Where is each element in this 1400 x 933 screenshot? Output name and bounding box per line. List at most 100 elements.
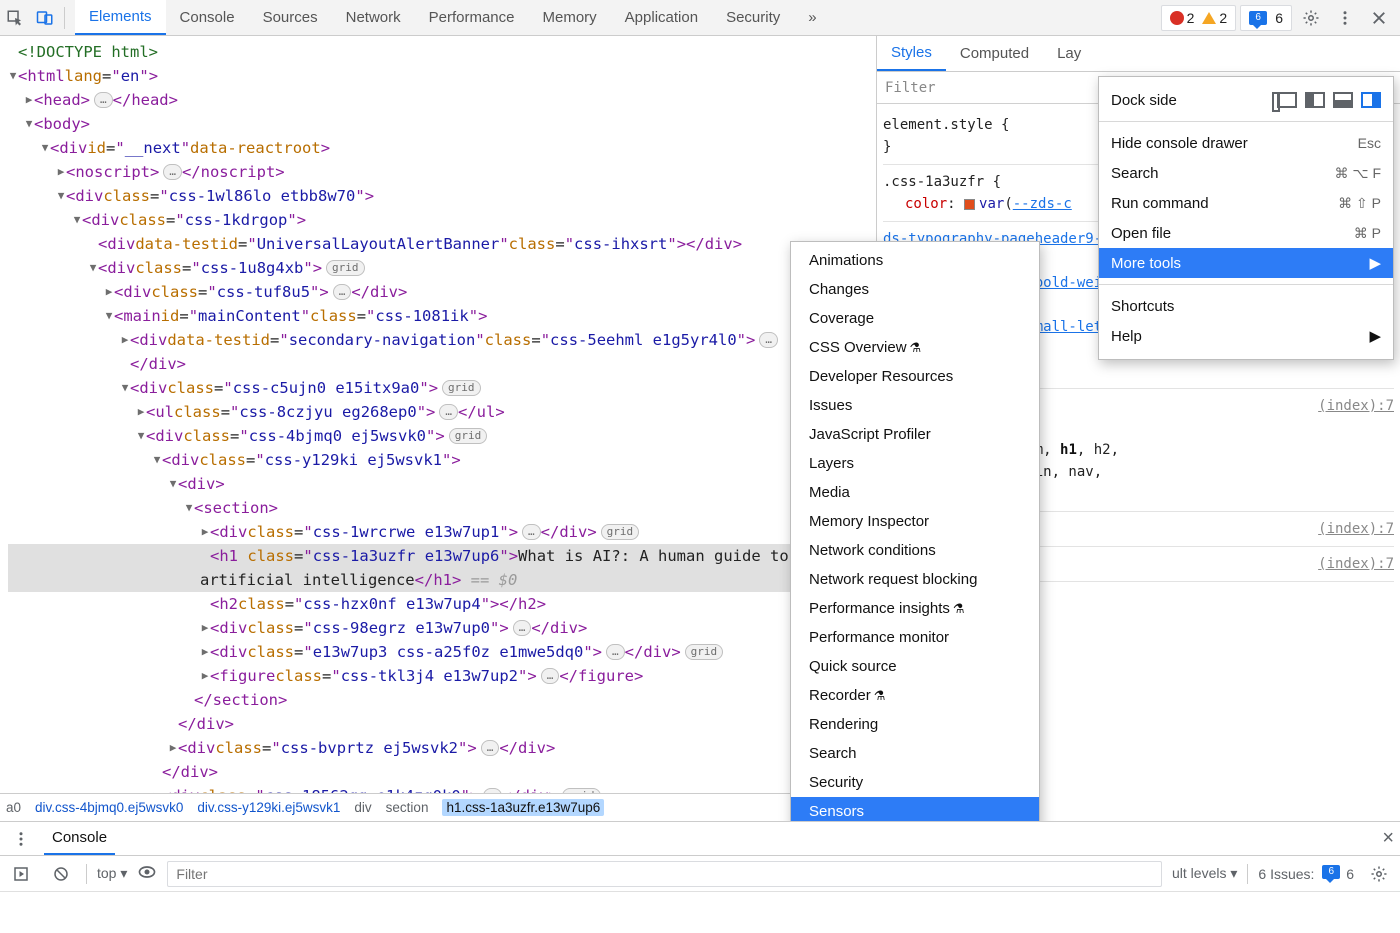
console-play-button[interactable]: [6, 856, 36, 891]
menu-item[interactable]: Search⌘ ⌥ F: [1099, 158, 1393, 188]
ellipsis-badge[interactable]: …: [333, 284, 352, 300]
dom-node[interactable]: ▶<figure class="css-tkl3j4 e13w7up2">…</…: [8, 664, 876, 688]
expand-triangle-icon[interactable]: ▼: [56, 184, 66, 208]
submenu-item[interactable]: Animations: [791, 246, 1039, 275]
bc-item-active[interactable]: h1.css-1a3uzfr.e13w7up6: [442, 799, 604, 816]
dom-node[interactable]: ▶<div data-testid="secondary-navigation"…: [8, 328, 876, 352]
breadcrumb-trail[interactable]: a0 div.css-4bjmq0.ej5wsvk0 div.css-y129k…: [0, 793, 876, 821]
dom-tree[interactable]: <!DOCTYPE html>▼<html lang="en">▶<head>……: [0, 36, 876, 793]
dom-node[interactable]: </div>: [8, 352, 876, 376]
dom-node[interactable]: ▶<noscript>…</noscript>: [8, 160, 876, 184]
settings-button[interactable]: [1296, 0, 1326, 35]
console-context-selector[interactable]: top ▾: [97, 865, 127, 882]
grid-badge[interactable]: grid: [449, 428, 488, 444]
expand-triangle-icon[interactable]: ▼: [104, 304, 114, 328]
submenu-item[interactable]: Media: [791, 478, 1039, 507]
submenu-item[interactable]: Developer Resources: [791, 362, 1039, 391]
dom-node[interactable]: <h1 class="css-1a3uzfr e13w7up6">What is…: [8, 544, 876, 592]
menu-item[interactable]: Shortcuts: [1099, 291, 1393, 321]
submenu-item[interactable]: Memory Inspector: [791, 507, 1039, 536]
grid-badge[interactable]: grid: [601, 524, 640, 540]
dom-node[interactable]: ▶<div class="css-bvprtz ej5wsvk2">…</div…: [8, 736, 876, 760]
dock-undock-icon[interactable]: [1277, 92, 1297, 108]
dom-node[interactable]: ▼<div class="css-1u8g4xb">grid: [8, 256, 876, 280]
expand-triangle-icon[interactable]: ▼: [8, 64, 18, 88]
submenu-item[interactable]: Search: [791, 739, 1039, 768]
dock-bottom-icon[interactable]: [1333, 92, 1353, 108]
ellipsis-badge[interactable]: …: [481, 740, 500, 756]
drawer-close-button[interactable]: ×: [1382, 827, 1394, 850]
submenu-item[interactable]: Rendering: [791, 710, 1039, 739]
expand-triangle-icon[interactable]: ▼: [184, 496, 194, 520]
dom-node[interactable]: ▼<main id="mainContent" class="css-1081i…: [8, 304, 876, 328]
dom-node[interactable]: ▶<head>…</head>: [8, 88, 876, 112]
styles-tab-computed[interactable]: Computed: [946, 36, 1043, 71]
dom-node[interactable]: ▼<div class="css-c5ujn0 e15itx9a0">grid: [8, 376, 876, 400]
dom-node[interactable]: ▶<div class="css-tuf8u5">…</div>: [8, 280, 876, 304]
tab-elements[interactable]: Elements: [75, 0, 166, 35]
menu-item[interactable]: Open file⌘ P: [1099, 218, 1393, 248]
submenu-item[interactable]: Performance insights ⚗: [791, 594, 1039, 623]
tab-sources[interactable]: Sources: [249, 0, 332, 35]
grid-badge[interactable]: grid: [685, 644, 724, 660]
tab-overflow[interactable]: »: [794, 0, 830, 35]
expand-triangle-icon[interactable]: ▼: [24, 112, 34, 136]
inspect-element-button[interactable]: [0, 0, 30, 35]
submenu-item[interactable]: Quick source: [791, 652, 1039, 681]
grid-badge[interactable]: grid: [326, 260, 365, 276]
expand-triangle-icon[interactable]: ▶: [200, 616, 210, 640]
dom-node[interactable]: ▼<div id="__next" data-reactroot>: [8, 136, 876, 160]
bc-item[interactable]: section: [386, 800, 429, 815]
console-issues[interactable]: 6 Issues: 6 6: [1258, 865, 1354, 882]
submenu-item[interactable]: CSS Overview ⚗: [791, 333, 1039, 362]
expand-triangle-icon[interactable]: ▼: [40, 136, 50, 160]
dom-node[interactable]: ▼<div class="css-1wl86lo etbb8w70">: [8, 184, 876, 208]
expand-triangle-icon[interactable]: ▶: [120, 328, 130, 352]
dom-node[interactable]: ▼<div>: [8, 472, 876, 496]
dom-node[interactable]: ▼<div class="css-y129ki ej5wsvk1">: [8, 448, 876, 472]
console-filter-input[interactable]: [167, 861, 1162, 887]
styles-tab-layout[interactable]: Lay: [1043, 36, 1095, 71]
tab-performance[interactable]: Performance: [415, 0, 529, 35]
dom-node[interactable]: <!DOCTYPE html>: [8, 40, 876, 64]
expand-triangle-icon[interactable]: ▶: [56, 160, 66, 184]
tab-console[interactable]: Console: [166, 0, 249, 35]
grid-badge[interactable]: grid: [442, 380, 481, 396]
bc-item[interactable]: div: [354, 800, 371, 815]
expand-triangle-icon[interactable]: ▼: [120, 376, 130, 400]
ellipsis-badge[interactable]: …: [541, 668, 560, 684]
expand-triangle-icon[interactable]: ▶: [24, 88, 34, 112]
submenu-item[interactable]: Recorder ⚗: [791, 681, 1039, 710]
dom-node[interactable]: ▼<section>: [8, 496, 876, 520]
dom-node[interactable]: ▼<div class="css-4bjmq0 ej5wsvk0">grid: [8, 424, 876, 448]
expand-triangle-icon[interactable]: ▶: [104, 280, 114, 304]
more-menu-button[interactable]: [1330, 0, 1360, 35]
submenu-item[interactable]: Network conditions: [791, 536, 1039, 565]
dom-node[interactable]: ▼<body>: [8, 112, 876, 136]
expand-triangle-icon[interactable]: ▶: [200, 664, 210, 688]
submenu-item[interactable]: JavaScript Profiler: [791, 420, 1039, 449]
submenu-item[interactable]: Coverage: [791, 304, 1039, 333]
ellipsis-badge[interactable]: …: [513, 620, 532, 636]
expand-triangle-icon[interactable]: ▼: [136, 424, 146, 448]
menu-item[interactable]: Hide console drawerEsc: [1099, 128, 1393, 158]
console-settings-button[interactable]: [1364, 856, 1394, 891]
submenu-item[interactable]: Network request blocking: [791, 565, 1039, 594]
submenu-item[interactable]: Security: [791, 768, 1039, 797]
expand-triangle-icon[interactable]: ▼: [72, 208, 82, 232]
device-toggle-button[interactable]: [30, 0, 60, 35]
bc-item[interactable]: a0: [6, 800, 21, 815]
menu-item[interactable]: Run command⌘ ⇧ P: [1099, 188, 1393, 218]
submenu-item[interactable]: Performance monitor: [791, 623, 1039, 652]
ellipsis-badge[interactable]: …: [439, 404, 458, 420]
menu-item[interactable]: More tools▶: [1099, 248, 1393, 278]
dom-node[interactable]: ▶<div class="css-98egrz e13w7up0">…</div…: [8, 616, 876, 640]
console-levels-selector[interactable]: ult levels ▾: [1172, 865, 1237, 882]
submenu-item[interactable]: Sensors: [791, 797, 1039, 821]
expand-triangle-icon[interactable]: ▼: [152, 448, 162, 472]
dom-node[interactable]: ▼<div class="css-1kdrgop">: [8, 208, 876, 232]
expand-triangle-icon[interactable]: ▶: [168, 736, 178, 760]
expand-triangle-icon[interactable]: ▼: [168, 472, 178, 496]
close-devtools-button[interactable]: [1364, 0, 1394, 35]
dom-node[interactable]: ▶<div class="e13w7up3 css-a25f0z e1mwe5d…: [8, 640, 876, 664]
